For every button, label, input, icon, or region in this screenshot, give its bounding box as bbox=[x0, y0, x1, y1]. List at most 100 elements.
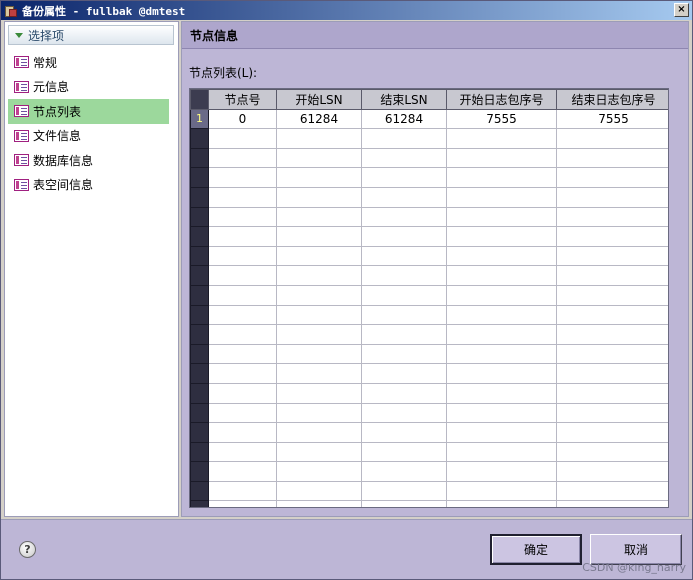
table-cell[interactable] bbox=[361, 206, 447, 228]
table-cell[interactable] bbox=[276, 147, 362, 169]
empty-row[interactable] bbox=[190, 147, 668, 169]
row-header[interactable] bbox=[190, 402, 209, 424]
row-header[interactable] bbox=[190, 226, 209, 247]
empty-row[interactable] bbox=[190, 480, 668, 502]
table-cell[interactable] bbox=[446, 480, 557, 502]
table-cell[interactable] bbox=[446, 186, 557, 208]
row-header[interactable] bbox=[190, 363, 209, 384]
table-cell[interactable] bbox=[446, 324, 557, 345]
table-cell[interactable] bbox=[361, 284, 447, 306]
table-cell[interactable] bbox=[276, 382, 362, 404]
row-header[interactable] bbox=[190, 186, 209, 208]
table-cell[interactable] bbox=[208, 441, 277, 463]
empty-row[interactable] bbox=[190, 167, 668, 188]
table-cell[interactable] bbox=[208, 343, 277, 365]
table-cell[interactable]: 0 bbox=[208, 108, 277, 130]
table-cell[interactable] bbox=[276, 128, 362, 149]
table-cell[interactable] bbox=[276, 167, 362, 188]
table-cell[interactable] bbox=[446, 343, 557, 365]
table-cell[interactable] bbox=[276, 324, 362, 345]
row-header[interactable] bbox=[190, 343, 209, 365]
table-cell[interactable] bbox=[208, 284, 277, 306]
table-cell[interactable] bbox=[556, 226, 668, 247]
node-grid[interactable]: 节点号 开始LSN 结束LSN 开始日志包序号 结束日志包序号 1 0 6128… bbox=[189, 88, 669, 508]
table-cell[interactable] bbox=[208, 226, 277, 247]
row-header[interactable] bbox=[190, 128, 209, 149]
table-cell[interactable] bbox=[208, 500, 277, 507]
row-header[interactable] bbox=[190, 167, 209, 188]
table-cell[interactable] bbox=[208, 363, 277, 384]
table-cell[interactable] bbox=[208, 167, 277, 188]
table-cell[interactable] bbox=[208, 245, 277, 267]
table-cell[interactable] bbox=[446, 128, 557, 149]
empty-row[interactable] bbox=[190, 422, 668, 443]
table-cell[interactable] bbox=[361, 186, 447, 208]
options-header[interactable]: 选择项 bbox=[8, 25, 174, 45]
empty-row[interactable] bbox=[190, 382, 668, 404]
table-cell[interactable] bbox=[446, 206, 557, 228]
table-cell[interactable] bbox=[556, 382, 668, 404]
table-cell[interactable] bbox=[556, 186, 668, 208]
table-cell[interactable] bbox=[361, 441, 447, 463]
column-header[interactable]: 结束日志包序号 bbox=[556, 89, 668, 110]
table-cell[interactable] bbox=[361, 363, 447, 384]
empty-row[interactable] bbox=[190, 402, 668, 424]
ok-button[interactable]: 确定 bbox=[490, 534, 582, 565]
table-cell[interactable] bbox=[208, 461, 277, 482]
row-header[interactable] bbox=[190, 461, 209, 482]
table-cell[interactable] bbox=[276, 402, 362, 424]
table-cell[interactable]: 7555 bbox=[556, 108, 668, 130]
empty-row[interactable] bbox=[190, 284, 668, 306]
table-cell[interactable] bbox=[361, 480, 447, 502]
table-cell[interactable] bbox=[361, 343, 447, 365]
nav-item-tablespace-info[interactable]: 表空间信息 bbox=[5, 173, 178, 198]
table-cell[interactable] bbox=[361, 324, 447, 345]
table-cell[interactable] bbox=[276, 284, 362, 306]
row-header[interactable] bbox=[190, 480, 209, 502]
table-cell[interactable] bbox=[361, 167, 447, 188]
table-cell[interactable] bbox=[208, 128, 277, 149]
table-cell[interactable] bbox=[556, 441, 668, 463]
row-header[interactable] bbox=[190, 382, 209, 404]
table-cell[interactable] bbox=[446, 265, 557, 286]
table-cell[interactable] bbox=[208, 265, 277, 286]
table-cell[interactable] bbox=[556, 363, 668, 384]
nav-item-database-info[interactable]: 数据库信息 bbox=[5, 148, 178, 173]
table-cell[interactable] bbox=[556, 128, 668, 149]
table-cell[interactable] bbox=[361, 245, 447, 267]
column-header[interactable]: 节点号 bbox=[208, 89, 277, 110]
column-header[interactable]: 结束LSN bbox=[361, 89, 447, 110]
table-cell[interactable] bbox=[208, 480, 277, 502]
table-cell[interactable] bbox=[276, 363, 362, 384]
empty-row[interactable] bbox=[190, 304, 668, 326]
table-cell[interactable] bbox=[446, 461, 557, 482]
table-cell[interactable] bbox=[446, 363, 557, 384]
table-cell[interactable]: 61284 bbox=[276, 108, 362, 130]
table-cell[interactable] bbox=[446, 167, 557, 188]
table-cell[interactable] bbox=[556, 265, 668, 286]
help-icon[interactable]: ? bbox=[19, 541, 36, 558]
table-cell[interactable] bbox=[276, 461, 362, 482]
empty-row[interactable] bbox=[190, 324, 668, 345]
table-cell[interactable] bbox=[361, 147, 447, 169]
table-cell[interactable] bbox=[361, 265, 447, 286]
table-cell[interactable] bbox=[556, 402, 668, 424]
table-cell[interactable] bbox=[556, 304, 668, 326]
table-cell[interactable] bbox=[556, 245, 668, 267]
table-cell[interactable] bbox=[276, 226, 362, 247]
table-cell[interactable] bbox=[208, 402, 277, 424]
table-cell[interactable] bbox=[361, 304, 447, 326]
empty-row[interactable] bbox=[190, 226, 668, 247]
table-cell[interactable] bbox=[446, 441, 557, 463]
nav-item-general[interactable]: 常规 bbox=[5, 50, 178, 75]
table-cell[interactable] bbox=[556, 147, 668, 169]
table-cell[interactable] bbox=[556, 206, 668, 228]
empty-row[interactable] bbox=[190, 500, 668, 507]
row-header[interactable] bbox=[190, 147, 209, 169]
empty-row[interactable] bbox=[190, 128, 668, 149]
table-cell[interactable] bbox=[556, 422, 668, 443]
table-cell[interactable]: 61284 bbox=[361, 108, 447, 130]
table-cell[interactable] bbox=[276, 441, 362, 463]
empty-row[interactable] bbox=[190, 343, 668, 365]
table-cell[interactable]: 7555 bbox=[446, 108, 557, 130]
